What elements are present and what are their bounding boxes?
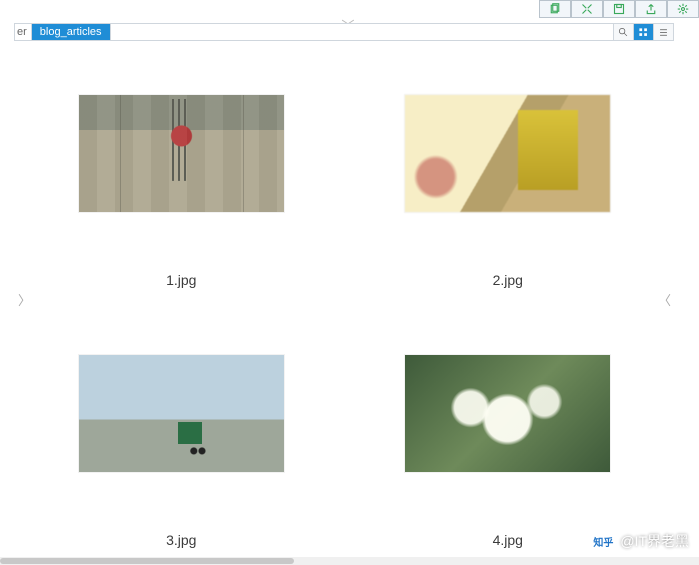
share-icon	[645, 3, 657, 15]
thumbnail-image	[79, 355, 284, 472]
expand-icon	[581, 3, 593, 15]
file-name: 2.jpg	[493, 272, 523, 288]
file-cell[interactable]: 3.jpg	[18, 305, 345, 565]
search-button[interactable]	[613, 24, 633, 40]
list-view-icon	[658, 27, 669, 38]
thumbnail-image	[405, 95, 610, 212]
thumbnail-image	[405, 355, 610, 472]
list-view-button[interactable]	[653, 24, 673, 40]
expand-button[interactable]	[571, 0, 603, 18]
file-cell[interactable]: 1.jpg	[18, 45, 345, 305]
horizontal-scrollbar[interactable]	[0, 557, 699, 565]
settings-icon	[677, 3, 689, 15]
path-bar: er blog_articles	[14, 23, 674, 41]
settings-button[interactable]	[667, 0, 699, 18]
search-icon	[618, 27, 629, 38]
scrollbar-thumb[interactable]	[0, 558, 294, 564]
path-input[interactable]	[111, 24, 613, 40]
copy-button[interactable]	[539, 0, 571, 18]
share-button[interactable]	[635, 0, 667, 18]
file-name: 4.jpg	[493, 532, 523, 548]
grid-view-button[interactable]	[633, 24, 653, 40]
thumbnail-image	[79, 95, 284, 212]
file-cell[interactable]: 2.jpg	[345, 45, 672, 305]
path-segment[interactable]: blog_articles	[32, 24, 111, 40]
file-cell[interactable]: 4.jpg	[345, 305, 672, 565]
file-name: 3.jpg	[166, 532, 196, 548]
grid-view-icon	[638, 27, 649, 38]
top-toolbar	[539, 0, 699, 18]
save-icon	[613, 3, 625, 15]
save-button[interactable]	[603, 0, 635, 18]
file-name: 1.jpg	[166, 272, 196, 288]
path-view-controls	[613, 24, 673, 40]
path-prefix: er	[15, 24, 32, 40]
copy-icon	[549, 3, 561, 15]
thumbnail-grid: 1.jpg 2.jpg 3.jpg 4.jpg	[18, 45, 671, 565]
